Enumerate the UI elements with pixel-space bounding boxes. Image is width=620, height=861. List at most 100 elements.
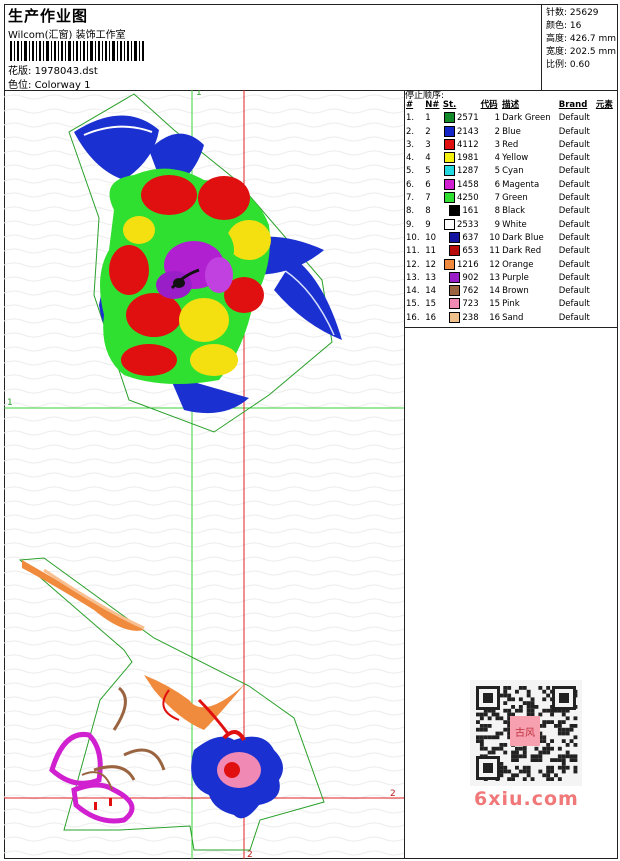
cell-element (595, 112, 618, 125)
cell-description: Brown (502, 286, 529, 297)
cell-element (595, 219, 618, 232)
cell-needle: 9 (425, 219, 431, 230)
cell-index: 11. (406, 246, 420, 257)
stitch-count: 1458 (456, 179, 479, 190)
cell-code: 13 (489, 272, 501, 283)
site-watermark: 6xiu.com (474, 788, 579, 810)
cell-description: Orange (502, 259, 534, 270)
cell-needle: 4 (425, 153, 431, 164)
cell-stitches: 1981 (442, 152, 480, 165)
cell-index: 4. (406, 153, 415, 164)
cell-index: 1. (406, 113, 415, 124)
cell-needle: 7 (425, 193, 431, 204)
cell-element (595, 192, 618, 205)
stats-box: 针数: 25629 颜色: 16 高度: 426.7 mm 宽度: 202.5 … (541, 4, 619, 90)
color-swatch (443, 192, 455, 204)
cell-stitches: 238 (442, 311, 480, 325)
color-swatch (443, 112, 455, 124)
color-swatch (443, 138, 455, 150)
cell-description: White (502, 219, 527, 230)
color-swatch (443, 165, 455, 177)
cell-stitches: 161 (442, 205, 480, 218)
color-row: 6. 6 1458 6 Magenta Default (405, 178, 618, 192)
cell-brand: Default (558, 139, 590, 150)
cell-element (595, 259, 618, 272)
color-swatch (449, 311, 461, 323)
color-swatch (449, 298, 461, 310)
cell-index: 13. (406, 272, 420, 283)
cell-description: Magenta (502, 179, 540, 190)
cell-brand: Default (558, 299, 590, 310)
color-swatch (443, 152, 455, 164)
cell-index: 15. (406, 299, 420, 310)
cell-stitches: 653 (442, 245, 480, 258)
cell-index: 8. (406, 206, 415, 217)
cell-description: Black (502, 206, 526, 217)
color-row: 4. 4 1981 4 Yellow Default (405, 152, 618, 165)
stitch-count: 4250 (456, 193, 479, 204)
stitch-count: 1216 (456, 259, 479, 270)
cell-element (595, 139, 618, 152)
stitch-count: 238 (462, 312, 479, 323)
cell-stitches: 1216 (442, 258, 480, 272)
studio-name: Wilcom(汇窗) 装饰工作室 (8, 30, 126, 41)
cell-code: 3 (494, 139, 501, 150)
cell-brand: Default (558, 259, 590, 270)
cell-description: Cyan (502, 166, 524, 177)
cell-stitches: 723 (442, 298, 480, 311)
cell-needle: 10 (425, 232, 437, 243)
cell-stitches: 2533 (442, 218, 480, 232)
cell-needle: 12 (425, 259, 437, 270)
color-row: 15. 15 723 15 Pink Default (405, 298, 618, 311)
cell-brand: Default (558, 219, 590, 230)
col-element: 元素 (595, 100, 613, 110)
cell-needle: 2 (425, 126, 431, 137)
col-description: 描述 (502, 100, 520, 110)
color-swatch (449, 231, 461, 243)
cell-index: 5. (406, 166, 415, 177)
cell-needle: 13 (425, 272, 437, 283)
stat-height: 高度: 426.7 mm (546, 34, 617, 44)
cell-element (595, 272, 618, 285)
cell-element (595, 152, 618, 165)
cell-element (595, 126, 618, 139)
cell-needle: 11 (425, 246, 437, 257)
cell-stitches: 4250 (442, 192, 480, 205)
qr-seal-text: 古风 (515, 726, 535, 739)
cell-index: 12. (406, 259, 420, 270)
color-row: 2. 2 2143 2 Blue Default (405, 125, 618, 139)
stitch-count: 723 (462, 299, 479, 310)
cell-index: 9. (406, 219, 415, 230)
guide-label-1b: 1 (7, 398, 13, 408)
stitch-count: 1981 (456, 153, 479, 164)
cell-stitches: 4112 (442, 138, 480, 152)
cell-stitches: 2143 (442, 125, 480, 139)
cell-code: 6 (494, 179, 501, 190)
cell-code: 8 (494, 206, 501, 217)
cell-stitches: 902 (442, 271, 480, 285)
design-preview: 1 1 2 2 (4, 90, 405, 859)
cell-element (595, 312, 618, 325)
colorway: 色位: Colorway 1 (8, 76, 90, 91)
cell-code: 14 (489, 286, 501, 297)
stop-sequence-panel: 停止顺序: # N# St. 代码 描述 Brand 元素 1. 1 2571 1 Da… (405, 90, 618, 328)
stitch-count: 902 (462, 272, 479, 283)
cell-needle: 8 (425, 206, 431, 217)
color-row: 1. 1 2571 1 Dark Green Default (405, 112, 618, 125)
cell-code: 9 (494, 219, 501, 230)
stat-scale: 比例: 0.60 (546, 60, 590, 70)
color-row: 9. 9 2533 9 White Default (405, 218, 618, 232)
color-row: 10. 10 637 10 Dark Blue Default (405, 231, 618, 245)
cell-index: 2. (406, 126, 415, 137)
cell-brand: Default (558, 153, 590, 164)
cell-element (595, 165, 618, 178)
cell-description: Dark Blue (502, 232, 544, 243)
color-table-header: # N# St. 代码 描述 Brand 元素 (405, 99, 618, 112)
cell-code: 4 (494, 153, 501, 164)
color-row: 13. 13 902 13 Purple Default (405, 271, 618, 285)
cell-description: Dark Green (502, 113, 551, 124)
cell-description: Pink (502, 299, 520, 310)
cell-description: Sand (502, 312, 524, 323)
color-swatch (443, 258, 455, 270)
qr-code: 古风 (470, 680, 582, 786)
